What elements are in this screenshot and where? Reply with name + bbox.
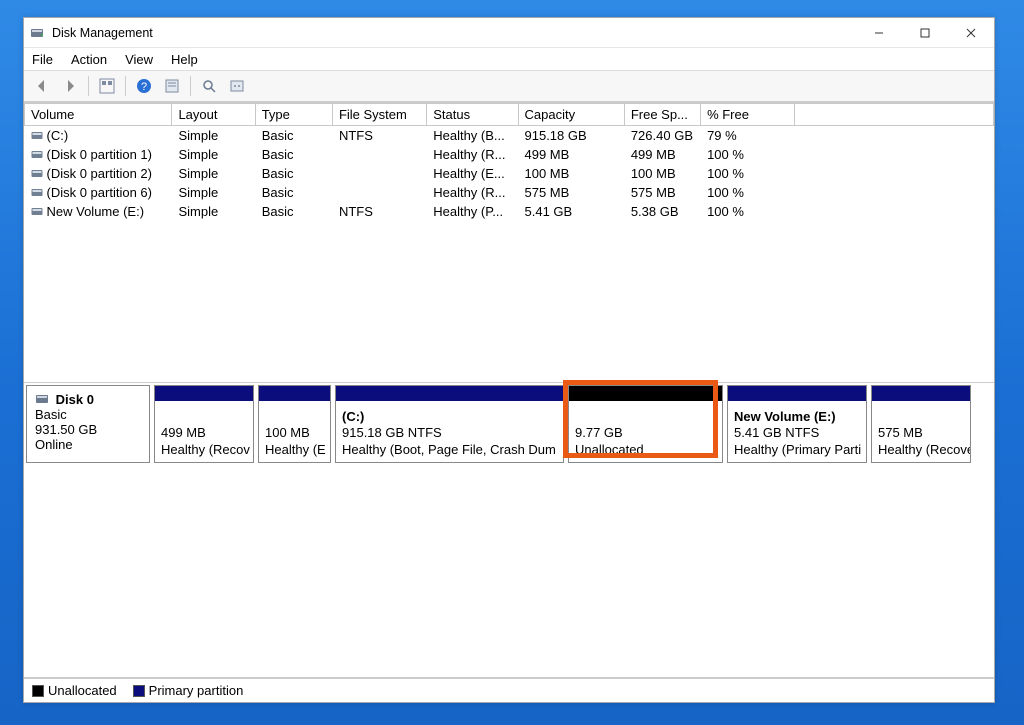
window-title: Disk Management: [52, 26, 153, 40]
menu-help[interactable]: Help: [171, 52, 198, 67]
settings-icon[interactable]: [225, 74, 249, 98]
partition-body: 575 MBHealthy (Recove: [872, 401, 970, 462]
legend-primary: Primary partition: [133, 683, 244, 698]
volume-icon: [31, 206, 43, 218]
minimize-button[interactable]: [856, 18, 902, 48]
partition-body: (C:)915.18 GB NTFSHealthy (Boot, Page Fi…: [336, 401, 563, 462]
partition-block[interactable]: 100 MBHealthy (E: [258, 385, 331, 463]
disk-graphical-pane[interactable]: Disk 0 Basic 931.50 GB Online 499 MBHeal…: [24, 383, 994, 678]
volume-list-pane[interactable]: VolumeLayoutTypeFile SystemStatusCapacit…: [24, 103, 994, 383]
empty-area: [24, 465, 994, 677]
volume-icon: [31, 168, 43, 180]
partition-body: 100 MBHealthy (E: [259, 401, 330, 462]
disk-state: Online: [35, 437, 141, 452]
disk-management-window: Disk Management File Action View Help ?: [23, 17, 995, 703]
table-row[interactable]: (C:)SimpleBasicNTFSHealthy (B...915.18 G…: [25, 126, 994, 145]
column-header[interactable]: Capacity: [518, 104, 624, 126]
column-header[interactable]: [795, 104, 994, 126]
partition-body: 499 MBHealthy (Recov: [155, 401, 253, 462]
toolbar-separator: [190, 76, 191, 96]
app-icon: [30, 25, 46, 41]
partition-unallocated[interactable]: 9.77 GBUnallocated: [568, 385, 723, 463]
disk-type: Basic: [35, 407, 141, 422]
back-arrow-icon[interactable]: [30, 74, 54, 98]
volume-icon: [31, 149, 43, 161]
disk-size: 931.50 GB: [35, 422, 141, 437]
column-header[interactable]: Volume: [25, 104, 172, 126]
table-row[interactable]: (Disk 0 partition 2)SimpleBasicHealthy (…: [25, 164, 994, 183]
disk-name: Disk 0: [56, 392, 94, 407]
partition-header-bar: [569, 386, 722, 401]
disk-row: Disk 0 Basic 931.50 GB Online 499 MBHeal…: [24, 383, 994, 465]
disk-icon: [35, 392, 49, 406]
help-icon[interactable]: ?: [132, 74, 156, 98]
legend-unallocated: Unallocated: [32, 683, 117, 698]
properties-icon[interactable]: [160, 74, 184, 98]
column-header[interactable]: Layout: [172, 104, 255, 126]
titlebar[interactable]: Disk Management: [24, 18, 994, 48]
partition-header-bar: [155, 386, 253, 401]
partition-block[interactable]: 575 MBHealthy (Recove: [871, 385, 971, 463]
column-header[interactable]: Status: [427, 104, 518, 126]
partition-body: New Volume (E:)5.41 GB NTFSHealthy (Prim…: [728, 401, 866, 462]
show-hide-icon[interactable]: [95, 74, 119, 98]
column-header[interactable]: % Free: [701, 104, 795, 126]
maximize-button[interactable]: [902, 18, 948, 48]
disk-partitions: 499 MBHealthy (Recov 100 MBHealthy (E (C…: [154, 385, 992, 463]
disk-label[interactable]: Disk 0 Basic 931.50 GB Online: [26, 385, 150, 463]
menu-action[interactable]: Action: [71, 52, 107, 67]
partition-header-bar: [259, 386, 330, 401]
partition-block[interactable]: 499 MBHealthy (Recov: [154, 385, 254, 463]
volume-table: VolumeLayoutTypeFile SystemStatusCapacit…: [24, 103, 994, 221]
partition-block[interactable]: New Volume (E:)5.41 GB NTFSHealthy (Prim…: [727, 385, 867, 463]
partition-block[interactable]: (C:)915.18 GB NTFSHealthy (Boot, Page Fi…: [335, 385, 564, 463]
swatch-blue-icon: [133, 685, 145, 697]
svg-text:?: ?: [141, 81, 147, 93]
menu-file[interactable]: File: [32, 52, 53, 67]
table-row[interactable]: (Disk 0 partition 1)SimpleBasicHealthy (…: [25, 145, 994, 164]
content-area: VolumeLayoutTypeFile SystemStatusCapacit…: [24, 102, 994, 702]
volume-icon: [31, 187, 43, 199]
menu-view[interactable]: View: [125, 52, 153, 67]
toolbar-separator: [125, 76, 126, 96]
table-row[interactable]: (Disk 0 partition 6)SimpleBasicHealthy (…: [25, 183, 994, 202]
partition-header-bar: [728, 386, 866, 401]
forward-arrow-icon[interactable]: [58, 74, 82, 98]
toolbar-separator: [88, 76, 89, 96]
toolbar: ?: [24, 70, 994, 102]
column-header[interactable]: File System: [332, 104, 426, 126]
partition-body: 9.77 GBUnallocated: [569, 401, 722, 462]
table-row[interactable]: New Volume (E:)SimpleBasicNTFSHealthy (P…: [25, 202, 994, 221]
column-header[interactable]: Type: [255, 104, 332, 126]
menu-bar: File Action View Help: [24, 48, 994, 70]
close-button[interactable]: [948, 18, 994, 48]
column-header[interactable]: Free Sp...: [624, 104, 700, 126]
swatch-black-icon: [32, 685, 44, 697]
volume-icon: [31, 130, 43, 142]
refresh-icon[interactable]: [197, 74, 221, 98]
partition-header-bar: [336, 386, 563, 401]
legend: Unallocated Primary partition: [24, 678, 994, 702]
partition-header-bar: [872, 386, 970, 401]
